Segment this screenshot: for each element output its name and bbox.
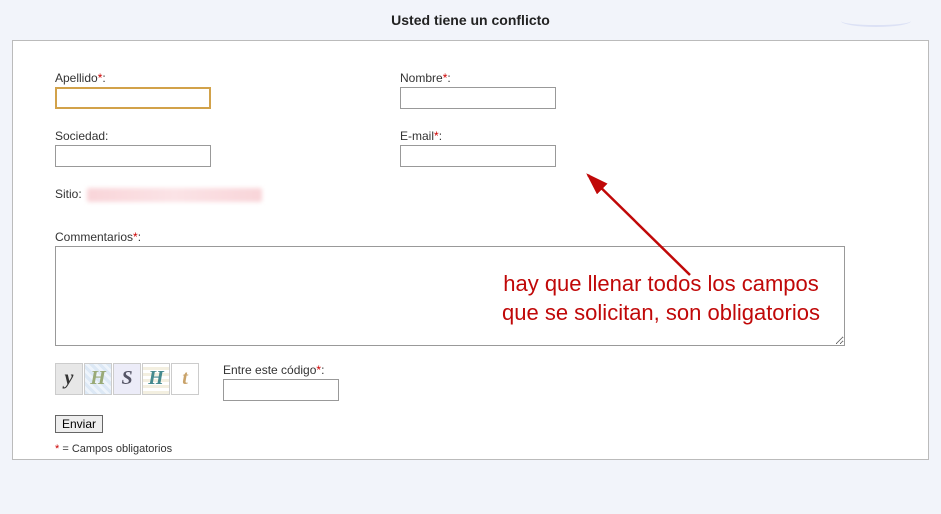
captcha-letter: H xyxy=(142,363,170,395)
captcha-letter: t xyxy=(171,363,199,395)
commentarios-group: Commentarios*: xyxy=(55,230,886,349)
captcha-code-label-text: Entre este código xyxy=(223,363,316,377)
commentarios-label-text: Commentarios xyxy=(55,230,133,244)
sociedad-input[interactable] xyxy=(55,145,211,167)
captcha-letter: H xyxy=(84,363,112,395)
captcha-letter: y xyxy=(55,363,83,395)
nombre-label-text: Nombre xyxy=(400,71,443,85)
required-marker: * xyxy=(434,129,439,143)
captcha-code-input[interactable] xyxy=(223,379,339,401)
page-title: Usted tiene un conflicto xyxy=(0,0,941,40)
email-label: E-mail*: xyxy=(400,129,745,143)
required-marker: * xyxy=(443,71,448,85)
email-input[interactable] xyxy=(400,145,556,167)
sitio-redacted-value xyxy=(87,188,262,202)
email-label-text: E-mail xyxy=(400,129,434,143)
nombre-label: Nombre*: xyxy=(400,71,745,85)
required-marker: * xyxy=(133,230,138,244)
captcha-code-label: Entre este código*: xyxy=(223,363,339,377)
sitio-label: Sitio: xyxy=(55,187,82,201)
apellido-label: Apellido*: xyxy=(55,71,400,85)
submit-button[interactable]: Enviar xyxy=(55,415,103,433)
captcha-image: y H S H t xyxy=(55,363,199,395)
commentarios-textarea[interactable] xyxy=(55,246,845,346)
decorative-swoosh xyxy=(841,15,911,27)
required-marker: * xyxy=(316,363,321,377)
required-footnote: * = Campos obligatorios xyxy=(55,443,886,455)
apellido-label-text: Apellido xyxy=(55,71,98,85)
required-marker: * xyxy=(98,71,103,85)
commentarios-label: Commentarios*: xyxy=(55,230,886,244)
footnote-text: = Campos obligatorios xyxy=(62,443,172,455)
conflict-form: Apellido*: Nombre*: Sociedad: E-mail*: S… xyxy=(12,40,929,460)
nombre-input[interactable] xyxy=(400,87,556,109)
sitio-row: Sitio: xyxy=(55,187,886,202)
apellido-input[interactable] xyxy=(55,87,211,109)
sociedad-label: Sociedad: xyxy=(55,129,400,143)
captcha-letter: S xyxy=(113,363,141,395)
